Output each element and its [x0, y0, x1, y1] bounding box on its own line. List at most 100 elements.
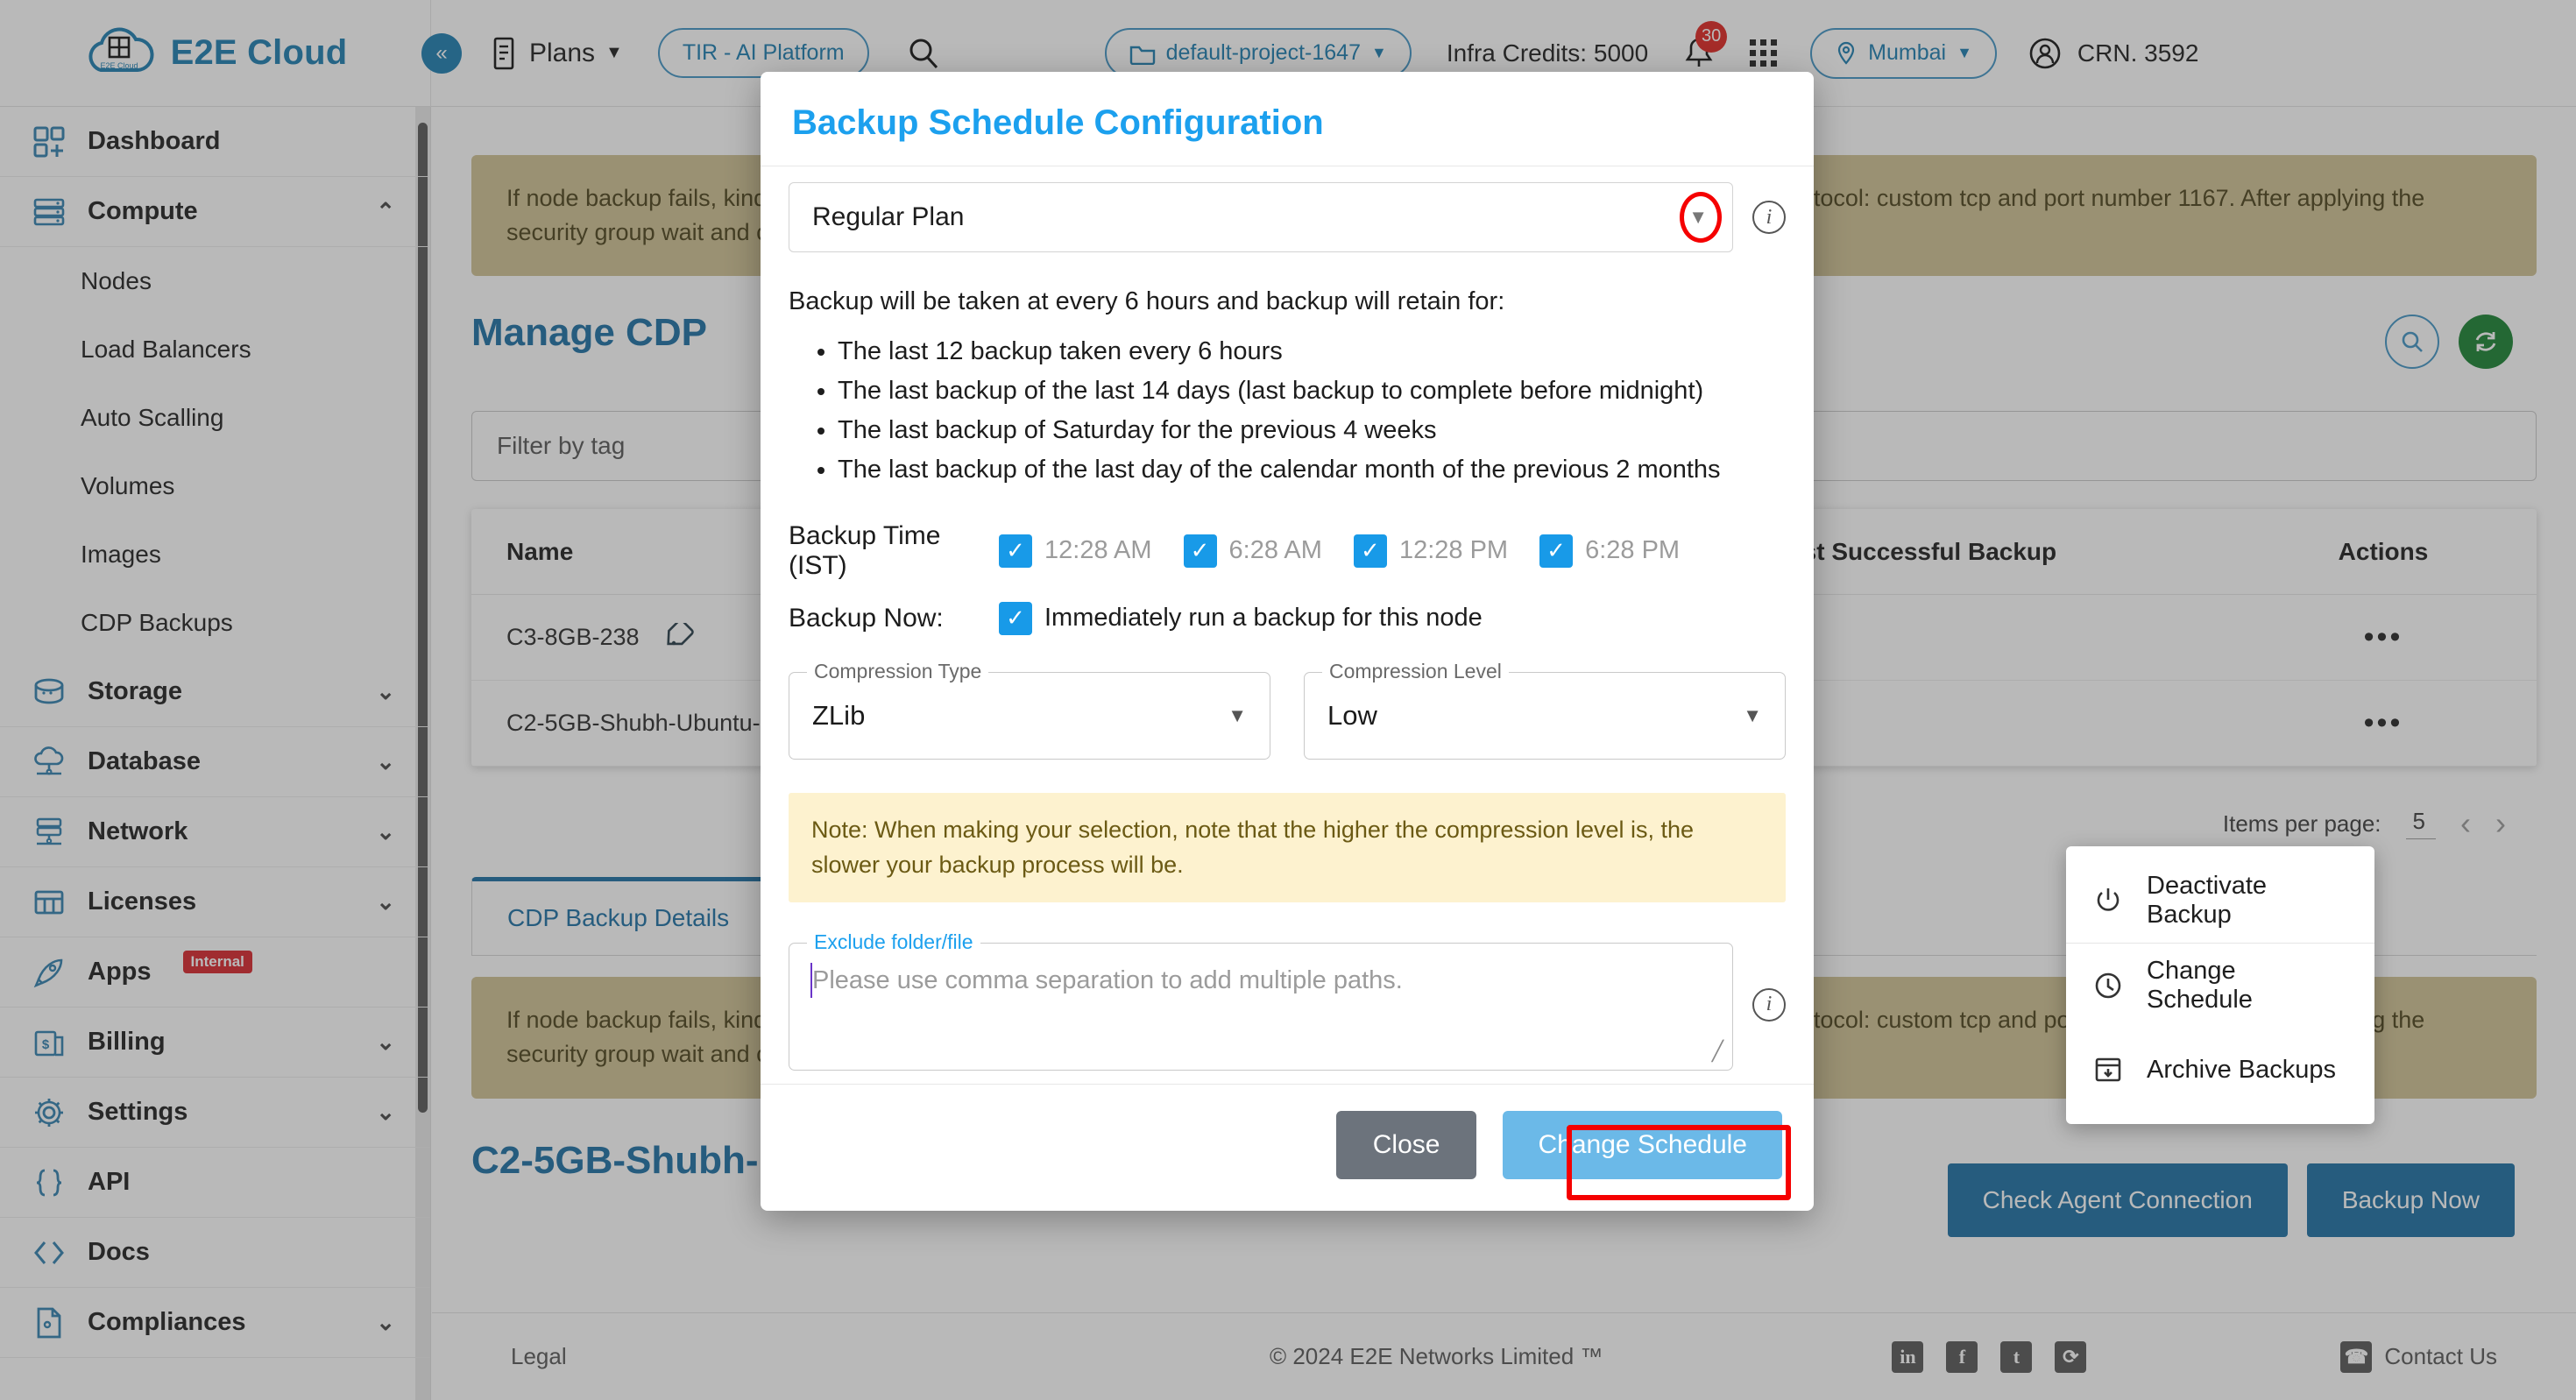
text-cursor [810, 962, 812, 998]
sidebar-collapse-button[interactable]: « [421, 33, 462, 74]
dialog-body: Regular Plan ▼ i Backup will be taken at… [761, 166, 1814, 1084]
region-selector[interactable]: Mumbai ▼ [1810, 27, 1997, 79]
sidebar-item-label: Nodes [81, 267, 152, 294]
sidebar-item-network[interactable]: Network ⌄ [0, 797, 430, 867]
backup-time-label: Backup Time (IST) [789, 520, 941, 580]
backup-time-option-3[interactable]: ✓ 12:28 PM [1353, 534, 1508, 568]
backup-time-option-1[interactable]: ✓ 12:28 AM [999, 534, 1152, 568]
tag-icon[interactable] [662, 622, 696, 653]
menu-item-deactivate-backup[interactable]: Deactivate Backup [2066, 859, 2374, 943]
backup-now-button[interactable]: Backup Now [2306, 1163, 2515, 1237]
retention-description-lead: Backup will be taken at every 6 hours an… [789, 287, 1505, 315]
sidebar-item-cdp-backups[interactable]: CDP Backups [0, 589, 430, 657]
plans-menu[interactable]: Plans ▼ [489, 36, 623, 71]
sidebar-item-compute[interactable]: Compute ⌃ [0, 177, 430, 247]
backup-schedule-configuration-dialog: Backup Schedule Configuration Regular Pl… [761, 72, 1814, 1211]
column-header-last-successful-backup: Last Successful Backup [1774, 537, 2057, 565]
compression-level-value: Low [1327, 699, 1377, 731]
project-selector[interactable]: default-project-1647 ▼ [1104, 28, 1412, 78]
checkbox-checked-icon[interactable]: ✓ [1539, 534, 1574, 568]
compression-level-label: Compression Level [1322, 659, 1509, 683]
footer-legal-link[interactable]: Legal [511, 1343, 567, 1370]
backup-time-option-2[interactable]: ✓ 6:28 AM [1183, 534, 1322, 568]
previous-page-button[interactable]: ‹ [2460, 805, 2471, 842]
exclude-folder-file-label: Exclude folder/file [807, 930, 980, 954]
sidebar-item-label: Compliances [88, 1308, 246, 1336]
twitter-icon[interactable]: t [2000, 1340, 2033, 1373]
compression-type-value: ZLib [812, 699, 866, 731]
sidebar-item-label: Compute [88, 197, 198, 225]
sidebar-item-label: API [88, 1168, 131, 1196]
chevron-down-icon: ▼ [1370, 44, 1387, 61]
sidebar-item-docs[interactable]: Docs [0, 1218, 430, 1288]
chevron-down-icon: ▼ [1743, 704, 1762, 726]
sidebar-item-volumes[interactable]: Volumes [0, 452, 430, 520]
sidebar-item-label: Volumes [81, 472, 175, 499]
sidebar-item-apps[interactable]: Apps Internal [0, 937, 430, 1008]
close-button[interactable]: Close [1335, 1111, 1477, 1179]
license-icon [30, 883, 68, 922]
tir-ai-platform-button[interactable]: TIR - AI Platform [657, 28, 869, 78]
row-actions-menu-button[interactable]: ••• [2265, 706, 2502, 740]
retention-item: The last backup of Saturday for the prev… [838, 411, 1786, 450]
sidebar-item-images[interactable]: Images [0, 520, 430, 589]
linkedin-icon[interactable]: in [1892, 1340, 1924, 1373]
compression-level-select[interactable]: Compression Level Low ▼ [1304, 659, 1786, 760]
sidebar-item-label: Docs [88, 1238, 150, 1266]
checkbox-checked-icon[interactable]: ✓ [1183, 534, 1217, 568]
checkbox-checked-icon[interactable]: ✓ [999, 601, 1032, 635]
sidebar-item-api[interactable]: API [0, 1148, 430, 1218]
database-icon [30, 673, 68, 711]
info-icon[interactable]: i [1752, 987, 1786, 1022]
backup-time-option-4[interactable]: ✓ 6:28 PM [1539, 534, 1680, 568]
row-actions-menu-button[interactable]: ••• [2265, 620, 2502, 654]
sidebar-item-storage[interactable]: Storage ⌄ [0, 657, 430, 727]
menu-item-archive-backups[interactable]: Archive Backups [2066, 1028, 2374, 1112]
account-label: CRN. 3592 [2077, 39, 2199, 67]
menu-item-change-schedule[interactable]: Change Schedule [2066, 944, 2374, 1028]
sidebar-item-compliances[interactable]: Compliances ⌄ [0, 1288, 430, 1358]
sidebar-item-dashboard[interactable]: Dashboard [0, 107, 430, 177]
backup-plan-select[interactable]: Regular Plan ▼ [789, 182, 1733, 252]
change-schedule-button[interactable]: Change Schedule [1503, 1111, 1782, 1179]
sidebar-item-settings[interactable]: Settings ⌄ [0, 1078, 430, 1148]
brand-logo-area[interactable]: E2E Cloud E2E Cloud [0, 0, 431, 107]
chevron-down-icon: ⌄ [376, 1099, 395, 1125]
sidebar-item-label: Auto Scalling [81, 404, 224, 431]
search-icon[interactable] [904, 34, 943, 73]
retention-item: The last 12 backup taken every 6 hours [838, 332, 1786, 371]
rss-icon[interactable]: ⟳ [2055, 1340, 2087, 1373]
refresh-button[interactable] [2459, 315, 2513, 370]
notifications-bell-icon[interactable]: 30 [1681, 20, 1728, 74]
backup-now-option[interactable]: ✓ Immediately run a backup for this node [999, 601, 1483, 635]
sidebar-item-database[interactable]: Database ⌄ [0, 727, 430, 797]
sidebar-item-label: Licenses [88, 887, 197, 916]
facebook-icon[interactable]: f [1946, 1340, 1978, 1373]
node-name: C3-8GB-238 [506, 624, 640, 651]
sidebar-item-licenses[interactable]: Licenses ⌄ [0, 867, 430, 937]
footer-copyright: © 2024 E2E Networks Limited ™ [1269, 1343, 1603, 1369]
info-icon[interactable]: i [1752, 201, 1786, 234]
backup-time-row: Backup Time (IST) ✓ 12:28 AM ✓ 6:28 AM ✓… [789, 521, 1786, 581]
filter-placeholder: Filter by tag [497, 432, 626, 460]
sidebar-item-nodes[interactable]: Nodes [0, 247, 430, 315]
checkbox-checked-icon[interactable]: ✓ [999, 534, 1032, 568]
apps-grid-icon[interactable] [1750, 39, 1778, 67]
dialog-footer: Close Change Schedule [761, 1084, 1814, 1211]
checkbox-checked-icon[interactable]: ✓ [1353, 534, 1387, 568]
sidebar-item-billing[interactable]: $ Billing ⌄ [0, 1008, 430, 1078]
sidebar-item-load-balancers[interactable]: Load Balancers [0, 315, 430, 384]
sidebar-item-auto-scalling[interactable]: Auto Scalling [0, 384, 430, 452]
account-menu[interactable]: CRN. 3592 [2027, 35, 2199, 72]
exclude-folder-file-input[interactable]: Exclude folder/file Please use comma sep… [789, 930, 1733, 1071]
retention-description-list: The last 12 backup taken every 6 hours T… [838, 332, 1786, 490]
search-button[interactable] [2385, 315, 2439, 370]
compression-type-select[interactable]: Compression Type ZLib ▼ [789, 659, 1270, 760]
plans-label: Plans [529, 38, 596, 67]
footer-contact-us-link[interactable]: ☎ Contact Us [2340, 1340, 2497, 1373]
tab-cdp-backup-details[interactable]: CDP Backup Details [471, 877, 766, 956]
check-agent-connection-button[interactable]: Check Agent Connection [1947, 1163, 2288, 1237]
next-page-button[interactable]: › [2495, 805, 2506, 842]
items-per-page-select[interactable]: 5 [2405, 808, 2436, 840]
resize-handle-icon[interactable]: ╱ [1712, 1040, 1723, 1063]
